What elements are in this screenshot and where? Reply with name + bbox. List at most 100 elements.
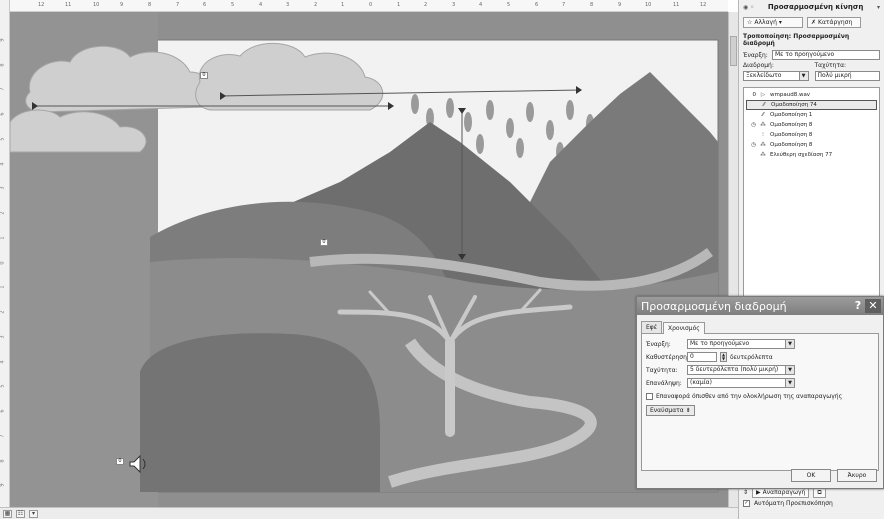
- horizontal-ruler: 12 11 10 9 8 7 6 5 4 3 2 1 0 1 2 3 4 5 6 7 8 9 10 11 12: [10, 0, 728, 12]
- slide-sorter-button[interactable]: ☷: [16, 509, 25, 518]
- ruler-tick: 3: [0, 186, 6, 190]
- star-icon: ☆: [747, 19, 753, 26]
- autopreview-label: Αυτόματη Προεπισκόπηση: [754, 500, 833, 507]
- ruler-tick: 5: [0, 384, 6, 388]
- modify-heading: Τροποποίηση: Προσαρμοσμένη διαδρομή: [743, 33, 850, 47]
- vertical-path-icon: ⁝: [762, 132, 764, 138]
- ruler-tick: 5: [0, 137, 6, 141]
- start-select[interactable]: Με το προηγούμενο: [772, 50, 880, 60]
- anim-tag-cloud: 0: [200, 72, 208, 79]
- back-nav-icon[interactable]: ◉ ◦: [743, 4, 754, 11]
- slide-canvas[interactable]: [10, 12, 728, 507]
- list-item[interactable]: ⁄⁄ Ομαδοποίηση 1: [746, 110, 877, 120]
- ruler-tick: 9: [0, 38, 6, 42]
- remove-effect-button[interactable]: ✗ Κατάργηση: [807, 17, 861, 28]
- triggers-button[interactable]: Εναύσματα ⇟: [646, 405, 695, 416]
- list-item[interactable]: ◷ ⁂ Ομαδοποίηση 8: [746, 120, 877, 130]
- ruler-tick: 8: [0, 459, 6, 463]
- speed-select[interactable]: 5 δευτερόλεπτα (πολύ μικρή) ▼: [687, 365, 795, 375]
- dialog-tabs: Εφέ Χρονισμός: [637, 315, 883, 334]
- rewind-checkbox[interactable]: [646, 392, 653, 400]
- repeat-select[interactable]: (καμία) ▼: [687, 378, 795, 388]
- ruler-tick: 0: [0, 261, 6, 265]
- ruler-tick: 2: [424, 2, 428, 8]
- speed-select[interactable]: Πολύ μικρή: [814, 71, 880, 81]
- view-buttons-bar: ▦ ☷ ▾: [0, 507, 738, 519]
- start-label: Έναρξη:: [743, 51, 768, 59]
- list-item[interactable]: ⁝ Ομαδοποίηση 8: [746, 130, 877, 140]
- normal-view-button[interactable]: ▦: [3, 509, 12, 518]
- custom-path-dialog: Προσαρμοσμένη διαδρομή ? ✕ Εφέ Χρονισμός…: [636, 296, 884, 489]
- vertical-ruler: 9 8 7 6 5 4 3 2 1 0 1 2 3 4 5 6 7 8 9: [0, 0, 10, 507]
- taskpane-title: Προσαρμοσμένη κίνηση: [767, 3, 864, 11]
- speed-label: Ταχύτητα:: [814, 62, 847, 69]
- rewind-label: Επαναφορά όπισθεν από την ολοκλήρωση της…: [656, 392, 843, 400]
- delay-input[interactable]: 0: [687, 352, 717, 362]
- delay-unit: δευτερόλεπτα: [730, 353, 773, 361]
- dialog-titlebar[interactable]: Προσαρμοσμένη διαδρομή ? ✕: [637, 297, 883, 315]
- ruler-tick: 12: [38, 2, 45, 8]
- timing-panel: Έναρξη: Με το προηγούμενο ▼ Καθυστέρηση:…: [641, 333, 879, 471]
- ruler-tick: 6: [0, 409, 6, 413]
- ruler-tick: 8: [148, 2, 152, 8]
- ruler-tick: 7: [562, 2, 566, 8]
- dialog-footer: OK Άκυρο: [791, 469, 877, 482]
- ok-button[interactable]: OK: [791, 469, 831, 482]
- chevron-down-icon[interactable]: ▼: [786, 365, 795, 375]
- anim-tag-mountain: 0: [320, 239, 328, 246]
- chevron-down-icon[interactable]: ▼: [799, 71, 809, 81]
- list-item[interactable]: ◷ ⁂ Ομαδοποίηση 8: [746, 140, 877, 150]
- ruler-tick: 4: [0, 162, 6, 166]
- foreground-hill: [140, 333, 380, 492]
- clock-icon: ◷: [751, 142, 756, 148]
- ruler-tick: 7: [0, 87, 6, 91]
- list-item[interactable]: 0 ▷ wmpaud8.wav: [746, 90, 877, 100]
- tab-effect[interactable]: Εφέ: [641, 321, 662, 333]
- slideshow-button[interactable]: ▾: [29, 509, 38, 518]
- ruler-tick: 10: [93, 2, 100, 8]
- ruler-tick: 4: [259, 2, 263, 8]
- path-select[interactable]: Ξεκλείδωτο ▼: [743, 71, 809, 81]
- close-button[interactable]: ✕: [865, 299, 881, 313]
- ruler-tick: 7: [0, 434, 6, 438]
- chevron-down-icon[interactable]: ▼: [786, 339, 795, 349]
- start-select[interactable]: Με το προηγούμενο ▼: [687, 339, 795, 349]
- slide-workspace[interactable]: 0 0 0: [10, 12, 728, 507]
- ruler-tick: 10: [645, 2, 652, 8]
- ruler-tick: 11: [65, 2, 72, 8]
- speed-label: Ταχύτητα:: [646, 366, 678, 374]
- cancel-button[interactable]: Άκυρο: [837, 469, 877, 482]
- ruler-tick: 6: [0, 112, 6, 116]
- delay-stepper[interactable]: ▲ ▼: [720, 352, 727, 362]
- list-item[interactable]: ⁂ Ελεύθερη σχεδίαση 77: [746, 150, 877, 160]
- change-effect-button[interactable]: ☆ Αλλαγή ▾: [743, 17, 803, 28]
- ruler-tick: 11: [673, 2, 680, 8]
- help-button[interactable]: ?: [851, 299, 865, 313]
- anim-tag-sound: 0: [116, 458, 124, 465]
- chevron-down-icon[interactable]: ▼: [786, 378, 795, 388]
- clock-icon: ◷: [751, 122, 756, 128]
- scrollbar-thumb[interactable]: [730, 36, 737, 66]
- ruler-tick: 4: [479, 2, 483, 8]
- ruler-tick: 3: [0, 335, 6, 339]
- repeat-label: Επανάληψη:: [646, 379, 682, 387]
- ruler-tick: 1: [397, 2, 401, 8]
- ruler-tick: 12: [700, 2, 707, 8]
- start-label: Έναρξη:: [646, 340, 671, 348]
- autopreview-checkbox[interactable]: ✓: [743, 500, 750, 507]
- ruler-tick: 6: [535, 2, 539, 8]
- dropdown-arrow-icon: ▾: [778, 19, 782, 26]
- play-icon: ▶: [756, 489, 761, 496]
- list-item-selected[interactable]: ⁄⁄ Ομαδοποίηση 74: [746, 100, 877, 110]
- ruler-tick: 7: [176, 2, 180, 8]
- delay-label: Καθυστέρηση:: [646, 353, 689, 361]
- ruler-tick: 5: [507, 2, 511, 8]
- pane-menu-icon[interactable]: ▾: [877, 4, 880, 11]
- ruler-tick: 5: [231, 2, 235, 8]
- ruler-tick: 1: [0, 236, 6, 240]
- reorder-icon[interactable]: ⇕: [743, 489, 748, 496]
- ruler-tick: 4: [0, 360, 6, 364]
- tab-timing[interactable]: Χρονισμός: [663, 322, 705, 334]
- ruler-tick: 0: [369, 2, 373, 8]
- path-icon: ⁄⁄: [762, 112, 764, 118]
